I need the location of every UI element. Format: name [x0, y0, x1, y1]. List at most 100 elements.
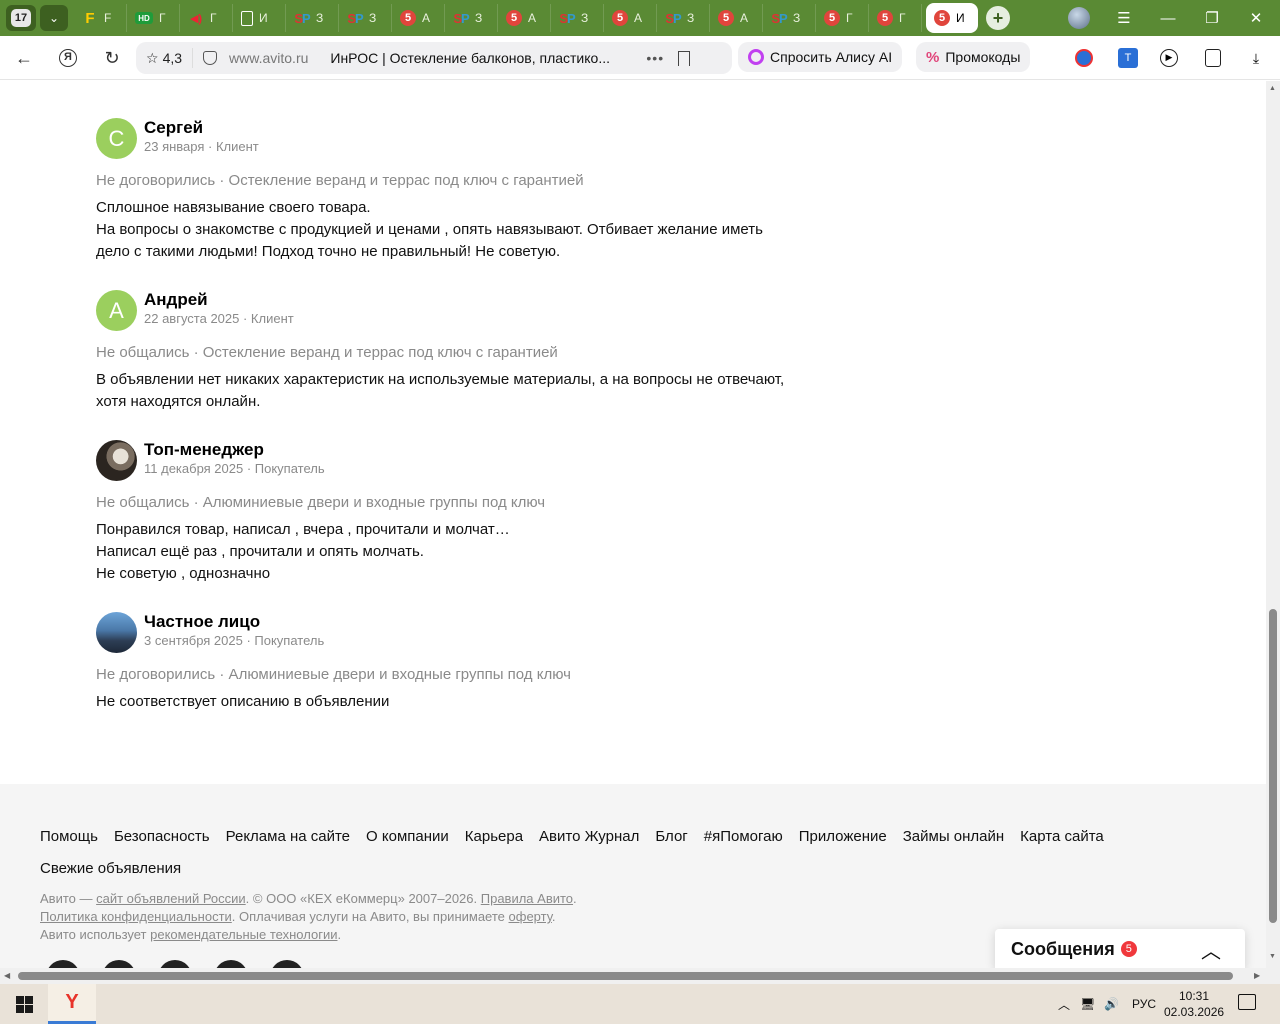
clock-time: 10:31: [1178, 989, 1210, 1003]
extension-translate-icon[interactable]: T: [1117, 47, 1139, 69]
messages-widget[interactable]: Сообщения 5 ︿: [995, 929, 1245, 969]
tab[interactable]: 5А: [604, 4, 657, 32]
scroll-up-icon[interactable]: ▲: [1269, 85, 1276, 92]
tab-active[interactable]: 5 И: [926, 3, 978, 33]
footer-link[interactable]: #яПомогаю: [704, 826, 783, 848]
star-icon: ☆: [146, 49, 159, 66]
language-indicator[interactable]: РУС: [1132, 984, 1156, 1024]
review-text: Не соответствует описанию в объявлении: [96, 691, 816, 713]
tab[interactable]: HD Г: [127, 4, 180, 32]
footer-link[interactable]: Карьера: [465, 826, 523, 848]
yandex-browser-icon[interactable]: Y: [48, 984, 96, 1024]
tab[interactable]: ◀) Г: [180, 4, 233, 32]
tab[interactable]: SP З: [339, 4, 392, 32]
footer-links: Помощь Безопасность Реклама на сайте О комп…: [40, 826, 1190, 880]
footer-link[interactable]: Помощь: [40, 826, 98, 848]
ask-alice-button[interactable]: Спросить Алису AI: [738, 42, 903, 72]
tab-label: А: [528, 11, 537, 25]
reviewer-name[interactable]: Частное лицо: [144, 612, 324, 632]
avatar[interactable]: [96, 612, 137, 653]
reviewer-name[interactable]: Топ-менеджер: [144, 440, 325, 460]
scroll-right-icon[interactable]: ▶: [1254, 971, 1260, 980]
tab[interactable]: SP З: [763, 4, 816, 32]
reload-icon[interactable]: ↻: [96, 42, 128, 74]
review-line: В объявлении нет никаких характеристик н…: [96, 371, 785, 388]
tab[interactable]: 5А: [498, 4, 551, 32]
footer-link[interactable]: Свежие объявления: [40, 858, 1190, 880]
address-bar[interactable]: ☆ 4,3 www.avito.ru ИнРОС | Остекление ба…: [136, 42, 732, 74]
tab-label: З: [581, 11, 589, 25]
rating-value: 4,3: [162, 50, 183, 66]
tab[interactable]: SP З: [551, 4, 604, 32]
tab[interactable]: SP З: [286, 4, 339, 32]
tab[interactable]: 5Г: [869, 4, 922, 32]
menu-icon[interactable]: ☰: [1102, 0, 1146, 36]
review-line: Понравился товар, написал , вчера , проч…: [96, 521, 510, 538]
reviewer-name[interactable]: Андрей: [144, 290, 294, 310]
minimize-icon[interactable]: —: [1146, 0, 1190, 36]
footer-link[interactable]: Реклама на сайте: [226, 826, 350, 848]
more-icon[interactable]: •••: [646, 50, 664, 66]
footer-link[interactable]: Карта сайта: [1020, 826, 1104, 848]
scroll-left-icon[interactable]: ◀: [4, 971, 10, 980]
close-icon[interactable]: ✕: [1234, 0, 1278, 36]
network-icon[interactable]: 🖥: [1080, 984, 1095, 1024]
link-recommendation-tech[interactable]: рекомендательные технологии: [150, 927, 337, 942]
shield-icon[interactable]: [203, 51, 218, 65]
yandex-icon[interactable]: Я: [52, 42, 84, 74]
tab-counter-button[interactable]: 17: [6, 5, 36, 31]
bookmark-icon[interactable]: [678, 50, 691, 66]
taskbar-clock[interactable]: 10:31 02.03.2026: [1164, 988, 1224, 1020]
scroll-thumb[interactable]: [1269, 609, 1277, 923]
tab[interactable]: SP З: [657, 4, 710, 32]
notifications-icon[interactable]: [1238, 994, 1256, 1010]
volume-icon[interactable]: 🔊: [1104, 984, 1119, 1024]
windows-start-icon[interactable]: [0, 984, 48, 1024]
avatar[interactable]: [96, 440, 137, 481]
sp-icon: SP: [294, 10, 310, 26]
horizontal-scrollbar[interactable]: ◀ ▶: [0, 968, 1266, 984]
vertical-scrollbar[interactable]: ▲ ▼: [1266, 81, 1280, 984]
review-line: Сплошное навязывание своего товара.: [96, 199, 371, 216]
footer-link[interactable]: О компании: [366, 826, 449, 848]
avatar[interactable]: А: [96, 290, 137, 331]
tab-label: F: [104, 11, 112, 25]
tab-count: 17: [11, 9, 31, 27]
site-rating[interactable]: ☆ 4,3: [136, 48, 194, 68]
review-item: Частное лицо 3 сентября 2025 · Покупател…: [96, 612, 816, 713]
back-icon[interactable]: ←: [8, 42, 40, 74]
collections-icon[interactable]: [1202, 47, 1224, 69]
footer-link[interactable]: Блог: [655, 826, 687, 848]
new-tab-button[interactable]: +: [986, 6, 1010, 30]
link-site-ads[interactable]: сайт объявлений России: [96, 891, 246, 906]
promocodes-button[interactable]: % Промокоды: [916, 42, 1031, 72]
url-domain: www.avito.ru: [229, 50, 309, 66]
avatar[interactable]: С: [96, 118, 137, 159]
restore-icon[interactable]: ❐: [1190, 0, 1234, 36]
tab[interactable]: SP З: [445, 4, 498, 32]
tab[interactable]: 5А: [392, 4, 445, 32]
tab[interactable]: И: [233, 4, 286, 32]
scroll-thumb[interactable]: [18, 972, 1233, 980]
footer-link[interactable]: Займы онлайн: [903, 826, 1004, 848]
footer-link[interactable]: Безопасность: [114, 826, 210, 848]
play-icon[interactable]: ▶: [1158, 47, 1180, 69]
clock-date: 02.03.2026: [1164, 1005, 1225, 1019]
profile-avatar[interactable]: [1068, 7, 1090, 29]
tab[interactable]: FF: [74, 4, 127, 32]
tab[interactable]: 5Г: [816, 4, 869, 32]
extension-shield-icon[interactable]: [1073, 47, 1095, 69]
sp-icon: SP: [771, 10, 787, 26]
tab[interactable]: 5А: [710, 4, 763, 32]
link-privacy-policy[interactable]: Политика конфиденциальности: [40, 909, 232, 924]
footer-link[interactable]: Приложение: [799, 826, 887, 848]
footer-link[interactable]: Авито Журнал: [539, 826, 639, 848]
reviewer-name[interactable]: Сергей: [144, 118, 259, 138]
chevron-up-icon[interactable]: ︿: [1058, 984, 1070, 1024]
download-icon[interactable]: ⤓: [1245, 47, 1267, 69]
link-avito-rules[interactable]: Правила Авито: [481, 891, 573, 906]
scroll-down-icon[interactable]: ▼: [1269, 953, 1276, 960]
chevron-down-icon[interactable]: ⌄: [40, 5, 68, 31]
link-offer[interactable]: оферту: [509, 909, 552, 924]
chevron-up-icon[interactable]: ︿: [1201, 935, 1221, 964]
